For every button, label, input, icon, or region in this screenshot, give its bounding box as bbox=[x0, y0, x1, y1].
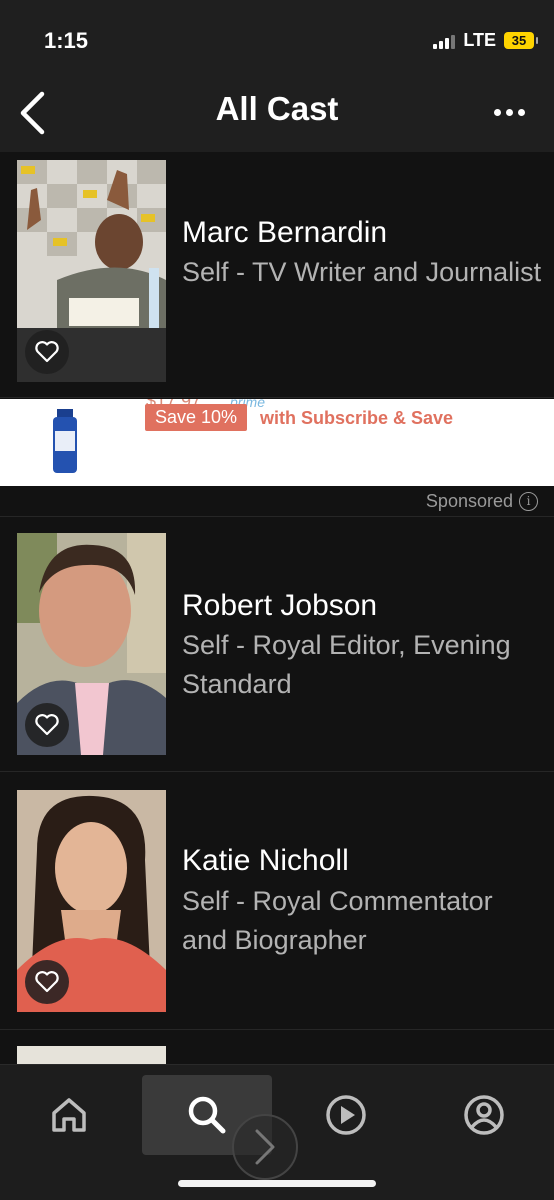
cast-role: Self - Royal Commentator and Biographer bbox=[182, 886, 493, 955]
cast-photo[interactable] bbox=[17, 160, 166, 382]
heart-icon bbox=[35, 341, 59, 363]
tab-profile[interactable] bbox=[419, 1075, 549, 1155]
cast-row[interactable] bbox=[0, 1030, 554, 1064]
ad-text: with Subscribe & Save bbox=[260, 408, 454, 428]
battery-icon: 35 bbox=[504, 32, 538, 49]
status-bar: 1:15 LTE 35 bbox=[0, 0, 554, 80]
home-icon bbox=[52, 1098, 86, 1132]
cast-row[interactable]: Katie Nicholl Self - Royal Commentator a… bbox=[0, 772, 554, 1030]
heart-icon bbox=[35, 714, 59, 736]
home-indicator[interactable] bbox=[178, 1180, 376, 1187]
ad-banner[interactable]: $17.97 prime Save 10% with Subscribe & S… bbox=[0, 399, 554, 486]
more-options-button[interactable] bbox=[486, 94, 532, 130]
sponsored-label[interactable]: Sponsored i bbox=[426, 488, 538, 514]
ad-save-badge: Save 10% bbox=[145, 404, 248, 431]
search-icon bbox=[188, 1096, 226, 1134]
cast-name[interactable]: Katie Nicholl bbox=[182, 844, 349, 878]
nav-bar: All Cast bbox=[0, 80, 554, 152]
info-icon: i bbox=[519, 491, 538, 511]
network-type: LTE bbox=[463, 30, 496, 50]
favorite-button[interactable] bbox=[25, 960, 69, 1004]
page-title: All Cast bbox=[215, 90, 339, 127]
status-indicators: LTE 35 bbox=[433, 30, 538, 51]
next-arrow-button[interactable] bbox=[232, 1114, 298, 1180]
product-bottle-image bbox=[53, 409, 77, 473]
profile-icon bbox=[464, 1095, 504, 1135]
cast-photo[interactable] bbox=[17, 1046, 166, 1064]
favorite-button[interactable] bbox=[25, 703, 69, 747]
favorite-button[interactable] bbox=[25, 330, 69, 374]
signal-icon bbox=[433, 33, 456, 49]
cast-row[interactable]: Marc Bernardin Self - TV Writer and Jour… bbox=[0, 152, 554, 398]
cast-photo[interactable] bbox=[17, 790, 166, 1012]
tab-home[interactable] bbox=[4, 1075, 134, 1155]
cast-name[interactable]: Robert Jobson bbox=[182, 589, 377, 623]
cast-row[interactable]: Robert Jobson Self - Royal Editor, Eveni… bbox=[0, 516, 554, 772]
cast-role: Self - Royal Editor, Evening Standard bbox=[182, 630, 511, 699]
more-horizontal-icon bbox=[493, 108, 501, 116]
tab-video[interactable] bbox=[281, 1075, 411, 1155]
cast-name[interactable]: Marc Bernardin bbox=[182, 216, 387, 250]
heart-icon bbox=[35, 971, 59, 993]
chevron-right-icon bbox=[255, 1129, 275, 1165]
sponsored-text: Sponsored bbox=[425, 490, 513, 511]
play-icon bbox=[326, 1095, 366, 1135]
status-time: 1:15 bbox=[44, 28, 89, 53]
cast-role: Self - TV Writer and Journalist bbox=[182, 257, 542, 287]
cast-photo[interactable] bbox=[17, 533, 166, 755]
